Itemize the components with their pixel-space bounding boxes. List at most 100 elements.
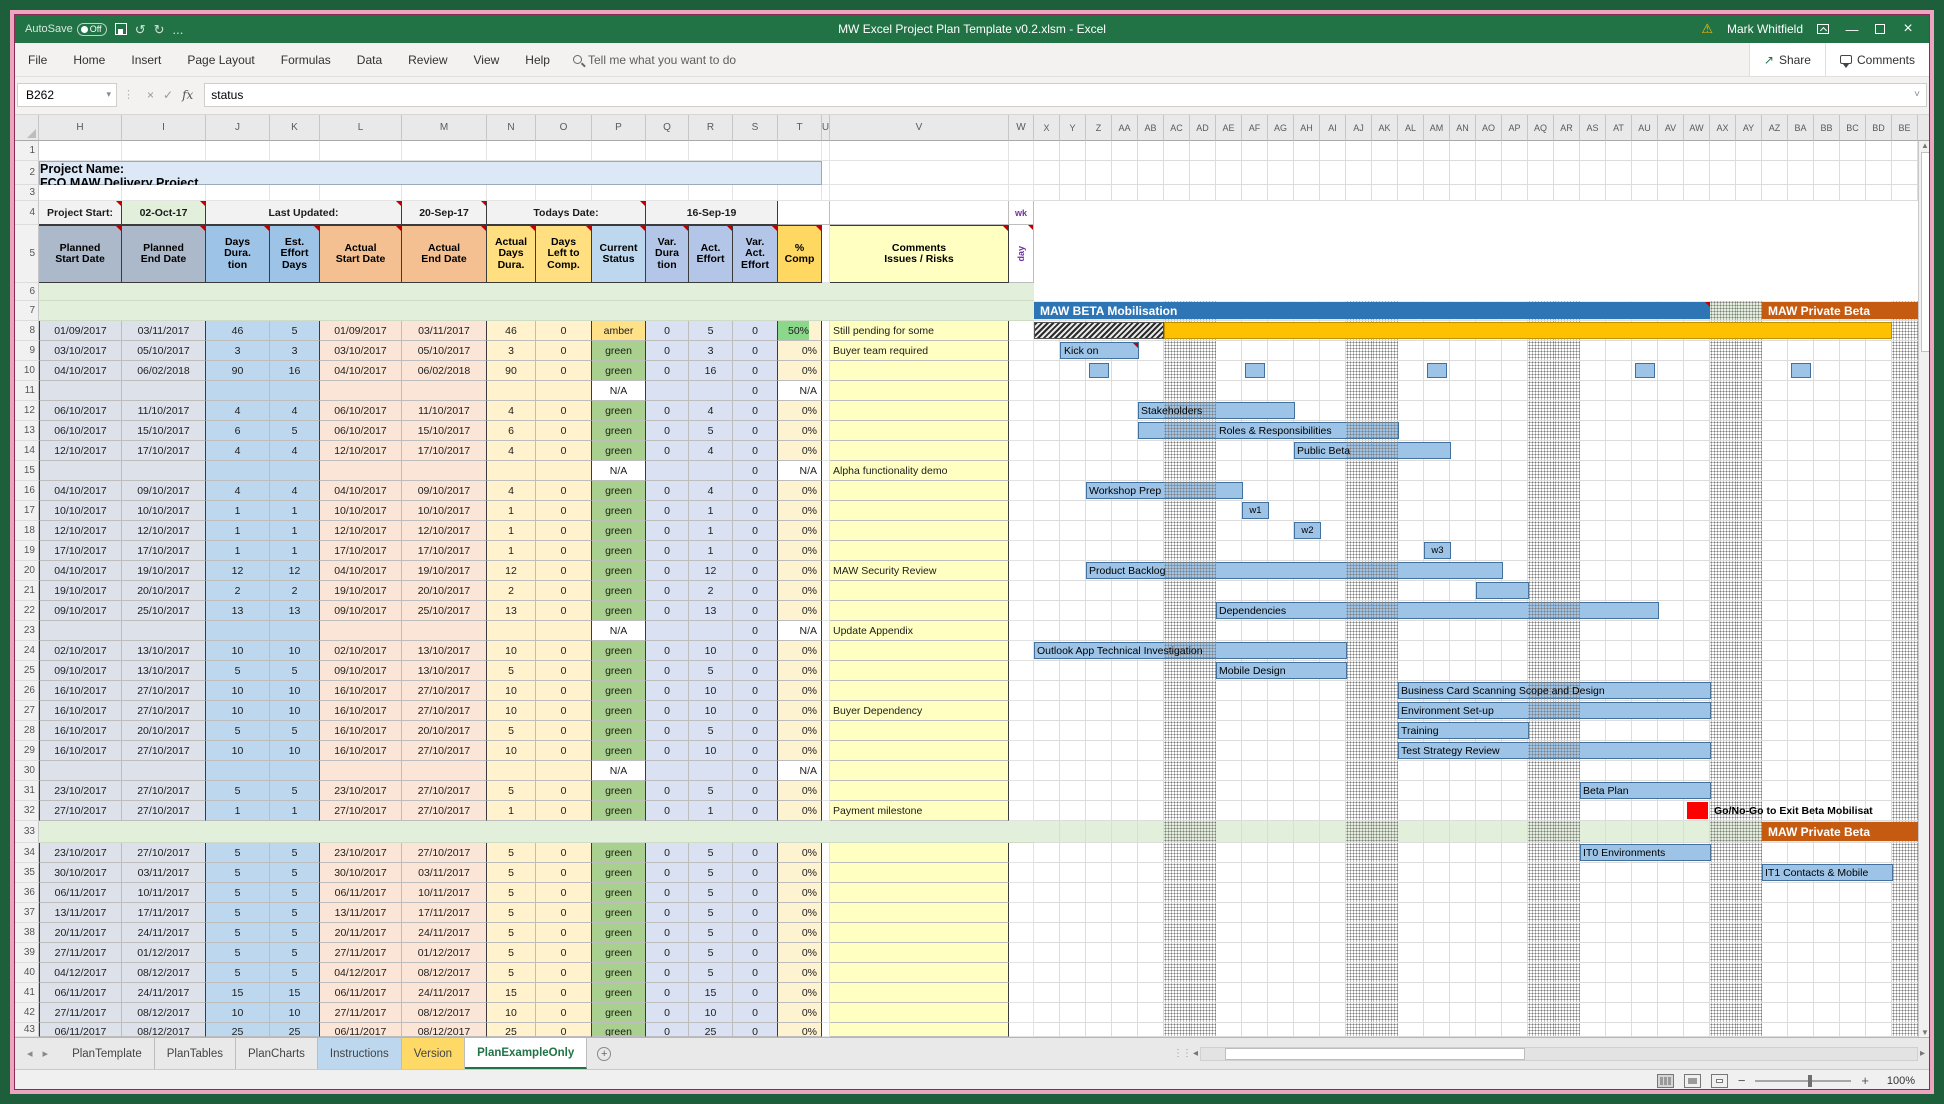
menu-review[interactable]: Review <box>395 43 460 77</box>
task-bar[interactable]: w1 <box>1242 502 1269 519</box>
column-header-AR[interactable]: AR <box>1554 115 1580 141</box>
cell[interactable]: 5 <box>206 781 270 801</box>
cell[interactable]: 0 <box>536 481 592 501</box>
empty-cell[interactable] <box>822 943 830 963</box>
row-header-20[interactable]: 20 <box>15 561 39 581</box>
cell[interactable]: 10/10/2017 <box>402 501 487 521</box>
select-all-button[interactable] <box>15 115 39 141</box>
table-header[interactable]: Act. Effort <box>689 225 733 283</box>
comment-cell[interactable] <box>830 681 1009 701</box>
table-header[interactable]: Days Left to Comp. <box>536 225 592 283</box>
column-header-U[interactable]: U <box>822 115 830 141</box>
row-header-1[interactable]: 1 <box>15 141 39 161</box>
cell[interactable]: 19/10/2017 <box>402 561 487 581</box>
cell[interactable]: 08/12/2017 <box>122 1023 206 1037</box>
cell[interactable] <box>402 461 487 481</box>
cell[interactable] <box>646 621 689 641</box>
cell[interactable]: 1 <box>270 501 320 521</box>
comment-cell[interactable]: Buyer Dependency <box>830 701 1009 721</box>
column-header-AN[interactable]: AN <box>1450 115 1476 141</box>
cell[interactable] <box>536 621 592 641</box>
empty-cell[interactable] <box>689 141 733 161</box>
sheet-tab-Instructions[interactable]: Instructions <box>318 1038 402 1069</box>
row-header-29[interactable]: 29 <box>15 741 39 761</box>
empty-cell[interactable] <box>1009 923 1034 943</box>
cell[interactable]: 0 <box>536 561 592 581</box>
cell[interactable]: 02/10/2017 <box>320 641 402 661</box>
empty-cell[interactable] <box>822 1023 830 1037</box>
cell[interactable]: 19/10/2017 <box>39 581 122 601</box>
cell[interactable]: 4 <box>487 441 536 461</box>
cell[interactable]: 2 <box>270 581 320 601</box>
empty-cell[interactable] <box>402 185 487 201</box>
cell[interactable]: 0 <box>536 361 592 381</box>
cell[interactable]: 5 <box>689 661 733 681</box>
row-header-40[interactable]: 40 <box>15 963 39 983</box>
row-header-34[interactable]: 34 <box>15 843 39 863</box>
cell[interactable]: 27/10/2017 <box>402 741 487 761</box>
cell[interactable]: 0 <box>646 741 689 761</box>
cell[interactable]: 0% <box>778 923 822 943</box>
column-header-AU[interactable]: AU <box>1632 115 1658 141</box>
enter-icon[interactable]: ✓ <box>163 88 173 102</box>
empty-cell[interactable] <box>1009 321 1034 341</box>
cell[interactable]: 0 <box>646 641 689 661</box>
info-value[interactable]: 16-Sep-19 <box>646 201 778 225</box>
column-header-BC[interactable]: BC <box>1840 115 1866 141</box>
empty-cell[interactable] <box>270 185 320 201</box>
empty-cell[interactable] <box>830 141 1009 161</box>
cell[interactable]: 0 <box>536 581 592 601</box>
cell[interactable]: 27/10/2017 <box>402 843 487 863</box>
cell[interactable]: green <box>592 361 646 381</box>
empty-cell[interactable] <box>822 863 830 883</box>
cell[interactable]: 2 <box>487 581 536 601</box>
cell[interactable] <box>206 381 270 401</box>
menu-formulas[interactable]: Formulas <box>268 43 344 77</box>
cell[interactable]: 0 <box>536 501 592 521</box>
cell[interactable] <box>320 461 402 481</box>
checkpoint-box[interactable] <box>1791 363 1811 378</box>
cell[interactable]: 0 <box>646 481 689 501</box>
cell[interactable]: 16/10/2017 <box>39 701 122 721</box>
cell[interactable]: 5 <box>487 923 536 943</box>
empty-cell[interactable] <box>822 903 830 923</box>
cell[interactable]: green <box>592 843 646 863</box>
cell[interactable]: 5 <box>487 943 536 963</box>
cell[interactable] <box>646 461 689 481</box>
cell[interactable]: 3 <box>689 341 733 361</box>
cell[interactable]: 0% <box>778 943 822 963</box>
cell[interactable]: 0 <box>733 761 778 781</box>
cell[interactable]: 13 <box>487 601 536 621</box>
comment-cell[interactable] <box>830 983 1009 1003</box>
autosave-pill[interactable]: Off <box>77 23 107 36</box>
empty-cell[interactable] <box>778 185 822 201</box>
cell[interactable]: 0% <box>778 481 822 501</box>
empty-cell[interactable] <box>1009 863 1034 883</box>
cell[interactable]: 27/10/2017 <box>39 801 122 821</box>
column-header-AL[interactable]: AL <box>1398 115 1424 141</box>
cell[interactable]: 0 <box>536 923 592 943</box>
cell[interactable]: 5 <box>206 721 270 741</box>
empty-cell[interactable] <box>1009 581 1034 601</box>
column-header-AV[interactable]: AV <box>1658 115 1684 141</box>
empty-cell[interactable] <box>1009 721 1034 741</box>
formula-input[interactable]: status˅ <box>204 83 1927 107</box>
cell[interactable]: 3 <box>270 341 320 361</box>
cell[interactable]: 0 <box>646 661 689 681</box>
cell[interactable]: 0 <box>536 321 592 341</box>
cell[interactable]: green <box>592 641 646 661</box>
column-header-AE[interactable]: AE <box>1216 115 1242 141</box>
cell[interactable]: 16/10/2017 <box>320 681 402 701</box>
empty-cell[interactable] <box>822 161 830 185</box>
column-header-AS[interactable]: AS <box>1580 115 1606 141</box>
cell[interactable]: 13/10/2017 <box>402 641 487 661</box>
row-header-3[interactable]: 3 <box>15 185 39 201</box>
empty-cell[interactable] <box>822 601 830 621</box>
cell[interactable]: 10 <box>689 1003 733 1023</box>
cell[interactable]: 25/10/2017 <box>122 601 206 621</box>
cell[interactable]: 0 <box>733 903 778 923</box>
cell[interactable]: green <box>592 401 646 421</box>
cell[interactable]: 0% <box>778 401 822 421</box>
empty-cell[interactable] <box>1009 441 1034 461</box>
cell[interactable]: 0% <box>778 741 822 761</box>
